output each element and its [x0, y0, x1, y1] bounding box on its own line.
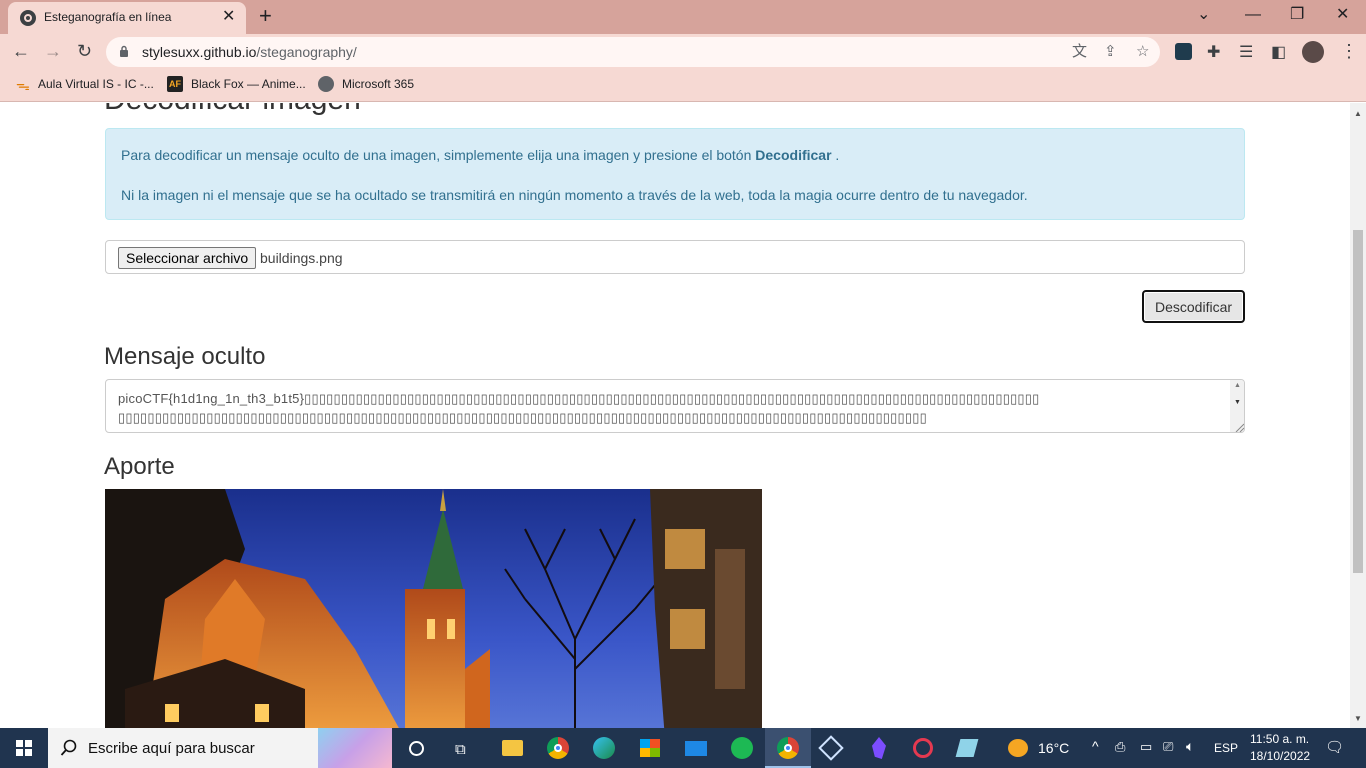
windows-start-icon[interactable]	[0, 728, 48, 768]
info-alert: Para decodificar un mensaje oculto de un…	[105, 128, 1245, 220]
reload-button[interactable]: ↻	[77, 40, 92, 62]
globe-icon	[318, 76, 334, 92]
chrome-active-icon[interactable]	[765, 728, 811, 768]
cortana-icon[interactable]	[393, 728, 439, 768]
tab-search-icon[interactable]: ⌄	[1197, 4, 1210, 26]
search-highlight-image	[318, 728, 392, 768]
language-indicator[interactable]: ESP	[1214, 741, 1238, 755]
taskbar-search[interactable]: Escribe aquí para buscar	[48, 728, 392, 768]
bookmark-favicon-icon: AF	[167, 76, 183, 92]
clock-date[interactable]: 18/10/2022	[1250, 749, 1310, 763]
file-explorer-icon[interactable]	[489, 728, 535, 768]
alert-line-1: Para decodificar un mensaje oculto de un…	[121, 147, 840, 163]
obsidian-icon[interactable]	[856, 728, 902, 768]
page-title: Decodificar imagen	[104, 103, 361, 117]
resize-grip-icon[interactable]	[1234, 422, 1244, 432]
weather-temp[interactable]: 16°C	[1038, 740, 1069, 756]
weather-icon[interactable]	[1008, 739, 1028, 757]
bookmark-item[interactable]: Aula Virtual IS - IC -...	[38, 77, 154, 91]
minimize-button[interactable]: —	[1245, 4, 1261, 26]
new-tab-button[interactable]: +	[259, 4, 272, 28]
profile-avatar[interactable]	[1302, 41, 1324, 63]
page-scrollbar[interactable]: ▲ ▼	[1350, 103, 1366, 728]
bookmark-favicon-icon: ᯓ	[16, 77, 30, 93]
scroll-up-icon[interactable]: ▲	[1234, 382, 1241, 389]
task-view-icon[interactable]: ⧉	[440, 728, 486, 768]
app-icon[interactable]	[944, 728, 990, 768]
volume-icon[interactable]: 🔈︎	[1186, 738, 1194, 755]
url-text: stylesuxx.github.io/steganography/	[142, 44, 357, 60]
search-icon	[60, 739, 77, 756]
tray-app-icon[interactable]: ⎙	[1115, 739, 1125, 755]
bookmark-item[interactable]: Black Fox — Anime...	[191, 77, 306, 91]
scroll-down-icon[interactable]: ▼	[1234, 399, 1241, 406]
globe-icon	[20, 10, 36, 26]
clock-time[interactable]: 11:50 a. m.	[1250, 732, 1309, 746]
battery-icon[interactable]: ▭	[1140, 739, 1152, 755]
file-input[interactable]: Seleccionar archivo buildings.png	[105, 240, 1245, 274]
page-content: Decodificar imagen Para decodificar un m…	[0, 103, 1350, 728]
contribution-heading: Aporte	[104, 453, 175, 480]
browser-tab[interactable]: Esteganografía en línea ✕	[8, 2, 246, 34]
extensions-puzzle-icon[interactable]: ✚	[1207, 42, 1220, 64]
share-icon[interactable]: ⇪	[1104, 43, 1117, 61]
buildings-image	[105, 489, 762, 728]
browser-toolbar: ← → ↻ stylesuxx.github.io/steganography/…	[0, 34, 1366, 70]
decode-button[interactable]: Descodificar	[1142, 290, 1245, 323]
side-panel-icon[interactable]: ◧	[1271, 42, 1286, 64]
tray-chevron-icon[interactable]: ^	[1092, 738, 1099, 754]
app-icon[interactable]	[900, 728, 946, 768]
forward-button[interactable]: →	[44, 40, 62, 62]
file-name: buildings.png	[260, 250, 343, 266]
restore-button[interactable]: ❐	[1290, 4, 1304, 26]
edge-icon[interactable]	[581, 728, 627, 768]
scroll-down-icon[interactable]: ▼	[1354, 714, 1362, 723]
notification-icon[interactable]: 🗨︎	[1325, 738, 1344, 756]
hidden-message-heading: Mensaje oculto	[104, 343, 266, 370]
microsoft-store-icon[interactable]	[627, 728, 673, 768]
mail-icon[interactable]	[673, 728, 719, 768]
scroll-up-icon[interactable]: ▲	[1354, 109, 1362, 118]
network-icon[interactable]: ⎚	[1163, 739, 1173, 755]
extension-icon[interactable]	[1175, 43, 1192, 60]
back-button[interactable]: ←	[12, 40, 30, 62]
virtualbox-icon[interactable]	[808, 728, 854, 768]
windows-taskbar: Escribe aquí para buscar ⧉ 16°C ^ ⎙ ▭ ⎚ …	[0, 728, 1366, 768]
search-placeholder: Escribe aquí para buscar	[88, 740, 255, 757]
bookmark-star-icon[interactable]: ☆	[1136, 43, 1149, 61]
hidden-message-textarea[interactable]: picoCTF{h1d1ng_1n_th3_b1t5}▯▯▯▯▯▯▯▯▯▯▯▯▯…	[105, 379, 1245, 433]
close-window-button[interactable]: ✕	[1336, 4, 1349, 26]
tab-close-icon[interactable]: ✕	[222, 8, 235, 26]
bookmark-item[interactable]: Microsoft 365	[342, 77, 414, 91]
scroll-thumb[interactable]	[1353, 230, 1363, 573]
spotify-icon[interactable]	[719, 728, 765, 768]
address-bar[interactable]: stylesuxx.github.io/steganography/ ⽂ ⇪ ☆	[106, 37, 1160, 67]
lock-icon	[120, 45, 128, 57]
translate-icon[interactable]: ⽂	[1072, 43, 1087, 61]
select-file-button[interactable]: Seleccionar archivo	[118, 247, 257, 269]
tab-title: Esteganografía en línea	[44, 10, 172, 24]
hidden-message-text: picoCTF{h1d1ng_1n_th3_b1t5}▯▯▯▯▯▯▯▯▯▯▯▯▯…	[118, 391, 1040, 432]
menu-icon[interactable]: ⋮	[1340, 40, 1358, 62]
chrome-icon[interactable]	[535, 728, 581, 768]
media-control-icon[interactable]: ☰	[1239, 42, 1253, 64]
bookmarks-bar: ᯓ Aula Virtual IS - IC -... AF Black Fox…	[0, 70, 1366, 102]
alert-line-2: Ni la imagen ni el mensaje que se ha ocu…	[121, 187, 1028, 203]
tab-strip: Esteganografía en línea ✕ + ⌄ — ❐ ✕	[0, 0, 1366, 34]
